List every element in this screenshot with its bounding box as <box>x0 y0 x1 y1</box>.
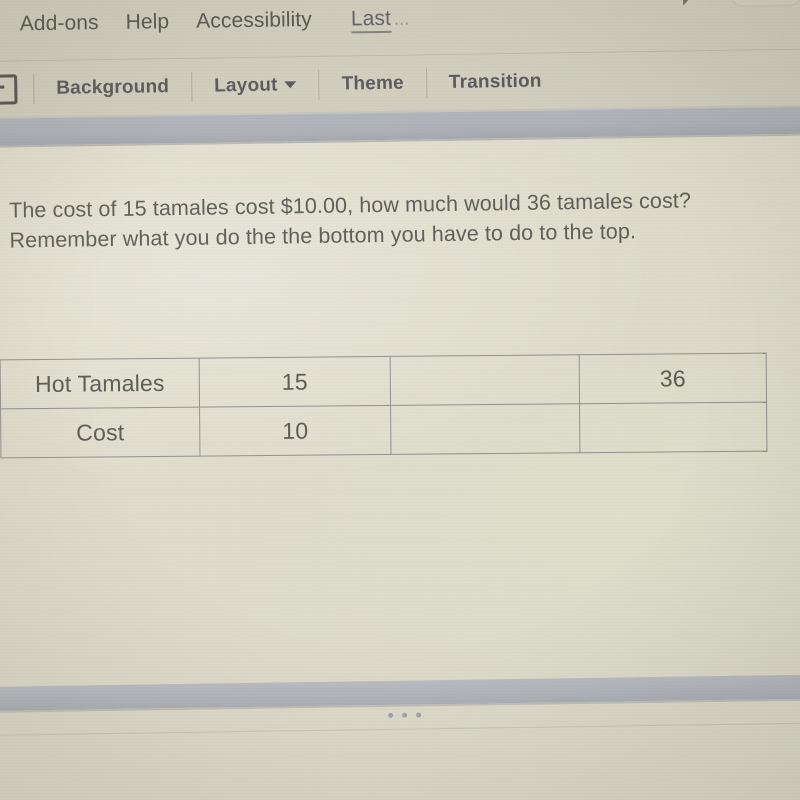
cell-tamales-3[interactable]: 36 <box>579 353 767 404</box>
last-edit-status[interactable]: Last... <box>350 6 410 34</box>
row-label-hot-tamales[interactable]: Hot Tamales <box>0 358 200 409</box>
slide-canvas[interactable]: The cost of 15 tamales cost $10.00, how … <box>0 135 800 694</box>
present-button[interactable] <box>731 0 800 7</box>
last-edit-ellipsis: ... <box>393 8 410 29</box>
new-slide-icon[interactable] <box>0 74 18 105</box>
toolbar-theme[interactable]: Theme <box>319 72 426 96</box>
cell-cost-1[interactable]: 10 <box>199 405 391 457</box>
cell-cost-3[interactable] <box>579 402 767 453</box>
toolbar-layout[interactable]: Layout <box>192 74 319 98</box>
ratio-table[interactable]: Hot Tamales 15 36 Cost 10 <box>0 353 767 459</box>
menu-help[interactable]: Help <box>125 10 169 35</box>
handle-dot <box>416 712 422 718</box>
cell-tamales-1[interactable]: 15 <box>199 356 391 408</box>
handle-dot <box>402 712 408 718</box>
toolbar-transition[interactable]: Transition <box>427 70 564 94</box>
question-text-box[interactable]: The cost of 15 tamales cost $10.00, how … <box>9 185 750 256</box>
cell-cost-2[interactable] <box>390 403 580 455</box>
screenshot-root: ls Add-ons Help Accessibility Last... Ba… <box>0 0 800 800</box>
photographed-screen: ls Add-ons Help Accessibility Last... Ba… <box>0 0 800 800</box>
splitter-drag-handle[interactable] <box>388 712 422 718</box>
toolbar-background[interactable]: Background <box>34 76 191 100</box>
menu-accessibility[interactable]: Accessibility <box>196 8 312 34</box>
chevron-down-icon <box>284 81 297 89</box>
row-label-cost[interactable]: Cost <box>0 407 200 458</box>
cell-tamales-2[interactable] <box>390 354 580 406</box>
menu-add-ons[interactable]: Add-ons <box>20 11 99 36</box>
table-row[interactable]: Hot Tamales 15 36 <box>0 353 767 409</box>
last-edit-label: Last <box>350 6 392 34</box>
toolbar-layout-label: Layout <box>213 74 278 97</box>
table-row[interactable]: Cost 10 <box>0 402 767 458</box>
handle-dot <box>388 712 394 718</box>
